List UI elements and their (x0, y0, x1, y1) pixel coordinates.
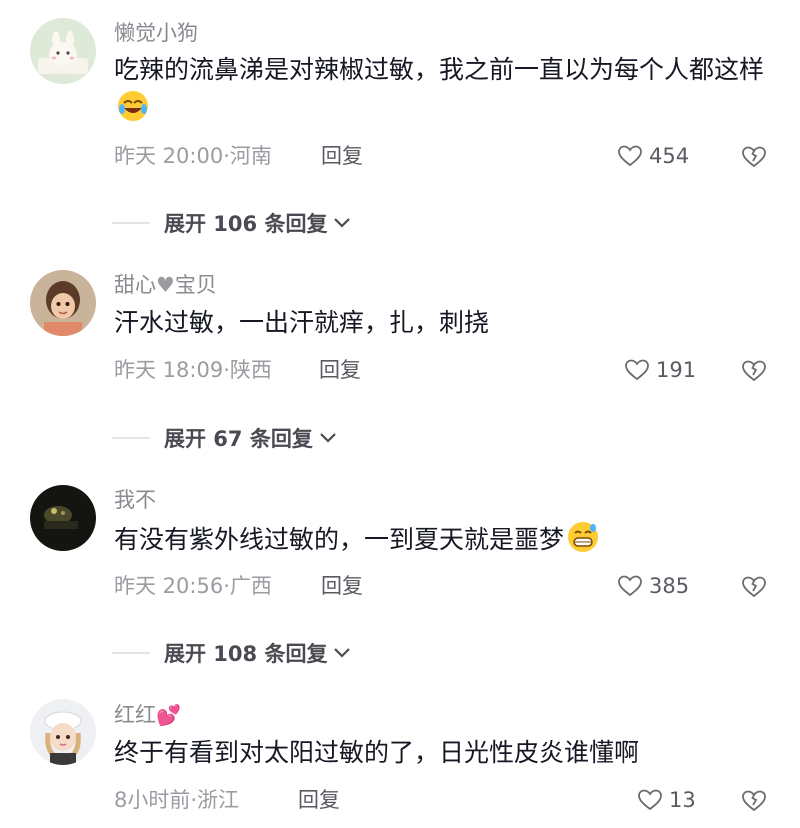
username[interactable]: 甜心♥宝贝 (114, 273, 217, 297)
like-count: 454 (649, 144, 690, 168)
like-button[interactable]: 454 (617, 144, 689, 168)
time-location: 昨天 20:00·河南 (114, 144, 272, 168)
like-button[interactable]: 13 (637, 788, 696, 812)
username[interactable]: 红红💕 (114, 703, 181, 727)
divider-line (112, 437, 150, 439)
avatar[interactable] (30, 485, 96, 551)
like-button[interactable]: 191 (624, 358, 696, 382)
heart-icon (618, 145, 642, 167)
avatar[interactable] (30, 270, 96, 336)
expand-replies-label: 展开 106 条回复 (164, 212, 328, 236)
dislike-icon[interactable] (740, 142, 768, 170)
avatar-image (30, 270, 96, 336)
like-count: 191 (656, 358, 697, 382)
like-count: 13 (669, 788, 696, 812)
username-part: 甜心 (114, 273, 156, 297)
username[interactable]: 懒觉小狗 (114, 21, 198, 45)
expand-replies-button[interactable]: 展开 108 条回复 (112, 638, 351, 668)
chevron-down-icon (334, 218, 351, 228)
heart-icon (625, 359, 649, 381)
like-button[interactable]: 385 (617, 574, 689, 598)
dislike-icon[interactable] (740, 356, 768, 384)
divider-line (112, 652, 150, 654)
username-text: 红红 (114, 703, 156, 727)
expand-replies-button[interactable]: 展开 67 条回复 (112, 423, 337, 453)
expand-replies-button[interactable]: 展开 106 条回复 (112, 208, 351, 238)
expand-replies-label: 展开 67 条回复 (164, 427, 313, 451)
heart-icon (638, 789, 662, 811)
comment-text-content: 有没有紫外线过敏的，一到夏天就是噩梦 (114, 525, 565, 554)
username-heart-icon: ♥ (156, 273, 175, 297)
reply-button[interactable]: 回复 (321, 144, 363, 168)
avatar[interactable] (30, 18, 96, 84)
avatar-image (30, 485, 96, 551)
grinning-sweat-emoji-icon (568, 522, 599, 552)
avatar-image (30, 18, 96, 84)
like-count: 385 (649, 574, 690, 598)
comment-text: 有没有紫外线过敏的，一到夏天就是噩梦 (114, 520, 774, 559)
chevron-down-icon (334, 648, 351, 658)
heart-icon (618, 575, 642, 597)
reply-button[interactable]: 回复 (319, 358, 361, 382)
comment-text: 吃辣的流鼻涕是对辣椒过敏，我之前一直以为每个人都这样 (114, 51, 774, 128)
divider-line (112, 222, 150, 224)
comment-text: 终于有看到对太阳过敏的了，日光性皮炎谁懂啊 (114, 738, 640, 767)
comment-text: 汗水过敏，一出汗就痒，扎，刺挠 (114, 308, 490, 337)
chevron-down-icon (320, 433, 336, 443)
username[interactable]: 我不 (114, 488, 156, 512)
username-part: 宝贝 (174, 273, 217, 297)
avatar-image (30, 699, 96, 765)
time-location: 昨天 18:09·陕西 (114, 358, 272, 382)
expand-replies-label: 展开 108 条回复 (164, 642, 328, 666)
reply-button[interactable]: 回复 (321, 574, 363, 598)
dislike-icon[interactable] (740, 572, 768, 600)
comment-text-content: 吃辣的流鼻涕是对辣椒过敏，我之前一直以为每个人都这样 (114, 55, 765, 84)
avatar[interactable] (30, 699, 96, 765)
two-hearts-emoji-icon: 💕 (156, 703, 181, 727)
time-location: 8小时前·浙江 (114, 788, 240, 812)
dislike-icon[interactable] (740, 786, 768, 814)
rolling-laughing-emoji-icon (118, 91, 148, 121)
time-location: 昨天 20:56·广西 (114, 574, 272, 598)
reply-button[interactable]: 回复 (298, 788, 340, 812)
